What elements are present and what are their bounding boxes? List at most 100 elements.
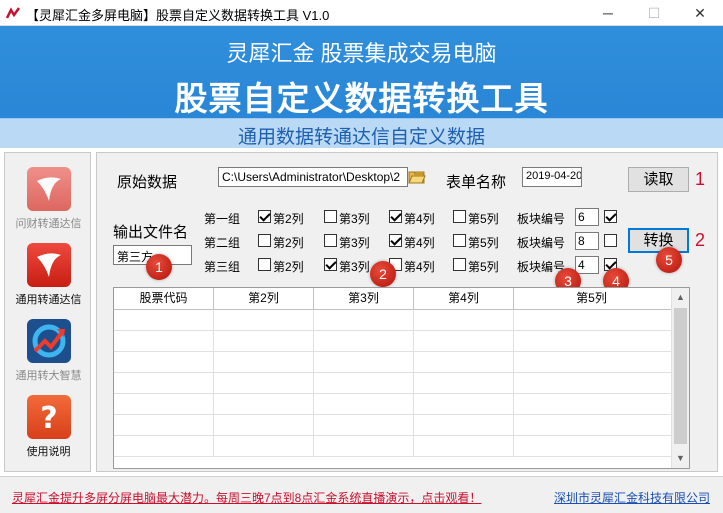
scroll-thumb[interactable] <box>674 308 687 444</box>
scroll-up-arrow-icon[interactable]: ▲ <box>672 289 689 306</box>
minimize-button[interactable]: ─ <box>585 0 631 26</box>
table-cell[interactable] <box>314 394 414 415</box>
table-cell[interactable] <box>114 373 214 394</box>
table-cell[interactable] <box>114 331 214 352</box>
annotation-badge-2: 2 <box>370 261 396 287</box>
table-row[interactable] <box>114 310 687 331</box>
checkbox-label: 第3列 <box>339 260 370 274</box>
sidebar-item-general-to-tdx[interactable]: 通用转通达信 <box>5 243 92 307</box>
table-row[interactable] <box>114 436 687 457</box>
table-cell[interactable] <box>214 394 314 415</box>
table-cell[interactable] <box>214 331 314 352</box>
footer: 灵犀汇金提升多屏分屏电脑最大潜力。每周三晚7点到8点汇金系统直播演示，点击观看！… <box>0 476 723 513</box>
group2-col5-checkbox[interactable] <box>453 234 466 247</box>
group2-col2-checkbox[interactable] <box>258 234 271 247</box>
group3-block-input[interactable]: 4 <box>575 256 599 274</box>
table-cell[interactable] <box>414 331 514 352</box>
promo-link[interactable]: 灵犀汇金提升多屏分屏电脑最大潜力。每周三晚7点到8点汇金系统直播演示，点击观看！ <box>12 489 481 506</box>
table-cell[interactable] <box>214 352 314 373</box>
table-cell[interactable] <box>514 373 669 394</box>
sidebar-item-general-to-dzh[interactable]: 通用转大智慧 <box>5 319 92 383</box>
checkbox-label: 第4列 <box>404 236 435 250</box>
table-cell[interactable] <box>514 310 669 331</box>
table-cell[interactable] <box>514 352 669 373</box>
table-cell[interactable] <box>114 415 214 436</box>
table-cell[interactable] <box>214 415 314 436</box>
table-cell[interactable] <box>314 415 414 436</box>
group-label: 第二组 <box>204 236 241 250</box>
table-cell[interactable] <box>514 415 669 436</box>
group3-col2-checkbox[interactable] <box>258 258 271 271</box>
table-cell[interactable] <box>414 415 514 436</box>
company-link[interactable]: 深圳市灵犀汇金科技有限公司 <box>554 489 710 506</box>
column-header[interactable]: 第4列 <box>414 288 514 310</box>
block-number-label: 板块编号 <box>517 236 566 250</box>
table-cell[interactable] <box>514 394 669 415</box>
table-cell[interactable] <box>114 394 214 415</box>
read-button[interactable]: 读取 <box>628 167 689 192</box>
annotation-badge-5: 5 <box>656 247 682 273</box>
table-row[interactable] <box>114 331 687 352</box>
group2-block-input[interactable]: 8 <box>575 232 599 250</box>
checkbox-label: 第5列 <box>468 236 499 250</box>
table-cell[interactable] <box>314 310 414 331</box>
checkbox-label: 第2列 <box>273 212 304 226</box>
table-cell[interactable] <box>314 352 414 373</box>
close-button[interactable]: ✕ <box>677 0 723 26</box>
table-cell[interactable] <box>414 394 514 415</box>
column-header[interactable]: 第5列 <box>514 288 669 310</box>
group2-col4-checkbox[interactable] <box>389 234 402 247</box>
table-cell[interactable] <box>114 352 214 373</box>
table-cell[interactable] <box>114 436 214 457</box>
table-row[interactable] <box>114 352 687 373</box>
tdx-logo-icon <box>26 243 71 287</box>
data-grid[interactable]: 股票代码 第2列 第3列 第4列 第5列 ▲ ▼ <box>113 287 690 469</box>
table-row[interactable] <box>114 373 687 394</box>
scroll-down-arrow-icon[interactable]: ▼ <box>672 450 689 467</box>
convert-button[interactable]: 转换 <box>628 228 689 253</box>
table-cell[interactable] <box>314 331 414 352</box>
table-cell[interactable] <box>414 436 514 457</box>
help-question-icon: ? <box>26 395 71 439</box>
maximize-button[interactable]: ☐ <box>631 0 677 26</box>
column-header[interactable]: 第2列 <box>214 288 314 310</box>
source-path-input[interactable]: C:\Users\Administrator\Desktop\2 <box>218 167 408 187</box>
group1-col3-checkbox[interactable] <box>324 210 337 223</box>
sidebar-item-wencai-to-tdx[interactable]: 问财转通达信 <box>5 167 92 231</box>
sidebar-item-label: 通用转通达信 <box>15 294 82 306</box>
table-cell[interactable] <box>514 436 669 457</box>
group2-col3-checkbox[interactable] <box>324 234 337 247</box>
folder-open-icon[interactable] <box>408 168 426 186</box>
group1-col2-checkbox[interactable] <box>258 210 271 223</box>
table-cell[interactable] <box>214 373 314 394</box>
convert-step-marker: 2 <box>695 230 706 250</box>
group1-col4-checkbox[interactable] <box>389 210 402 223</box>
table-cell[interactable] <box>114 310 214 331</box>
table-cell[interactable] <box>414 352 514 373</box>
checkbox-label: 第3列 <box>339 236 370 250</box>
group1-col5-checkbox[interactable] <box>453 210 466 223</box>
table-cell[interactable] <box>414 310 514 331</box>
table-cell[interactable] <box>514 331 669 352</box>
vertical-scrollbar[interactable]: ▲ ▼ <box>671 288 689 468</box>
column-header[interactable]: 股票代码 <box>114 288 214 310</box>
group3-col3-checkbox[interactable] <box>324 258 337 271</box>
svg-text:?: ? <box>40 401 57 436</box>
table-cell[interactable] <box>314 373 414 394</box>
checkbox-label: 第2列 <box>273 260 304 274</box>
group3-col5-checkbox[interactable] <box>453 258 466 271</box>
sidebar-item-help[interactable]: ? 使用说明 <box>5 395 92 459</box>
sidebar-item-label: 问财转通达信 <box>15 218 82 230</box>
table-cell[interactable] <box>414 373 514 394</box>
table-cell[interactable] <box>314 436 414 457</box>
column-header[interactable]: 第3列 <box>314 288 414 310</box>
table-row[interactable] <box>114 394 687 415</box>
group1-block-input[interactable]: 6 <box>575 208 599 226</box>
source-data-label: 原始数据 <box>117 174 178 191</box>
group2-enable-checkbox[interactable] <box>604 234 617 247</box>
table-row[interactable] <box>114 415 687 436</box>
table-cell[interactable] <box>214 310 314 331</box>
table-cell[interactable] <box>214 436 314 457</box>
sheet-name-input[interactable]: 2019-04-20 <box>522 167 582 187</box>
group1-enable-checkbox[interactable] <box>604 210 617 223</box>
